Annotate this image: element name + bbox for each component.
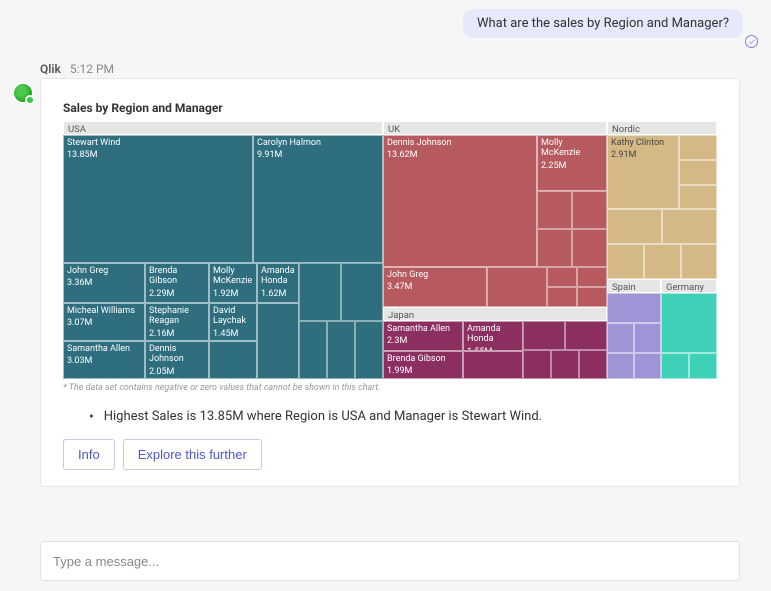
info-button[interactable]: Info [63,439,115,470]
bot-name: Qlik [40,62,61,76]
insight-text: Highest Sales is 13.85M where Region is … [104,409,542,425]
treemap-cell[interactable]: Micheal Williams3.07M [63,303,145,341]
treemap-cell[interactable]: Stephanie Reagan2.16M [145,303,209,341]
treemap-cell[interactable]: Brenda Gibson2.29M [145,263,209,303]
region-header-japan[interactable]: Japan [383,307,607,321]
treemap-cell[interactable]: David Laychak1.45M [209,303,257,341]
treemap-cell[interactable]: Dennis Johnson2.05M [145,341,209,379]
treemap-chart[interactable]: USA Stewart Wind13.85M Carolyn Halmon9.9… [63,121,717,379]
region-header-nordic[interactable]: Nordic [607,121,717,135]
treemap-cell[interactable] [679,135,717,209]
treemap-cell[interactable]: Samantha Allen3.03M [63,341,145,379]
message-input[interactable] [53,554,727,569]
explore-further-button[interactable]: Explore this further [123,439,262,470]
treemap-cell[interactable]: John Greg3.36M [63,263,145,303]
treemap-cell[interactable]: John Greg3.47M [383,267,487,307]
region-header-germany[interactable]: Germany [661,279,717,293]
treemap-cell[interactable] [209,341,257,379]
bullet-icon: • [89,409,94,425]
treemap-cell[interactable] [463,351,523,379]
response-card: Sales by Region and Manager USA Stewart … [40,78,740,487]
treemap-cell[interactable]: Stewart Wind13.85M [63,135,253,263]
chart-title: Sales by Region and Manager [63,101,717,115]
bot-time: 5:12 PM [70,62,114,76]
treemap-cell[interactable] [607,209,717,279]
presence-icon [25,95,35,105]
chart-footnote: * The data set contains negative or zero… [63,383,717,393]
treemap-cell[interactable]: Amanda Honda1.55M [463,321,523,351]
avatar [12,82,34,104]
treemap-cell[interactable] [523,321,607,379]
treemap-cell[interactable]: Amanda Honda1.62M [257,263,299,303]
compose-box[interactable] [40,541,740,581]
bot-message-header: Qlik 5:12 PM [40,62,114,76]
treemap-cell[interactable] [487,267,607,307]
action-buttons: Info Explore this further [63,439,717,470]
treemap-cell[interactable]: Molly McKenzie1.92M [209,263,257,303]
treemap-cell[interactable] [537,191,607,267]
treemap-cell[interactable] [299,263,383,379]
region-header-spain[interactable]: Spain [607,279,661,293]
read-receipt-icon [745,35,758,48]
treemap-cell[interactable] [257,303,299,379]
treemap-cell[interactable] [661,353,717,379]
region-header-uk[interactable]: UK [383,121,607,135]
treemap-cell[interactable]: Carolyn Halmon9.91M [253,135,383,263]
region-header-usa[interactable]: USA [63,121,383,135]
treemap-cell[interactable] [607,293,661,353]
treemap-cell[interactable]: Molly McKenzie2.25M [537,135,607,191]
treemap-cell[interactable]: Samantha Allen2.3M [383,321,463,351]
treemap-cell[interactable] [661,293,717,353]
treemap-cell[interactable]: Brenda Gibson1.99M [383,351,463,379]
user-message: What are the sales by Region and Manager… [463,9,743,38]
treemap-cell[interactable] [607,353,661,379]
insight-bullet: • Highest Sales is 13.85M where Region i… [89,409,717,425]
treemap-cell[interactable]: Dennis Johnson13.62M [383,135,537,267]
treemap-cell[interactable]: Kathy Clinton2.91M [607,135,679,209]
